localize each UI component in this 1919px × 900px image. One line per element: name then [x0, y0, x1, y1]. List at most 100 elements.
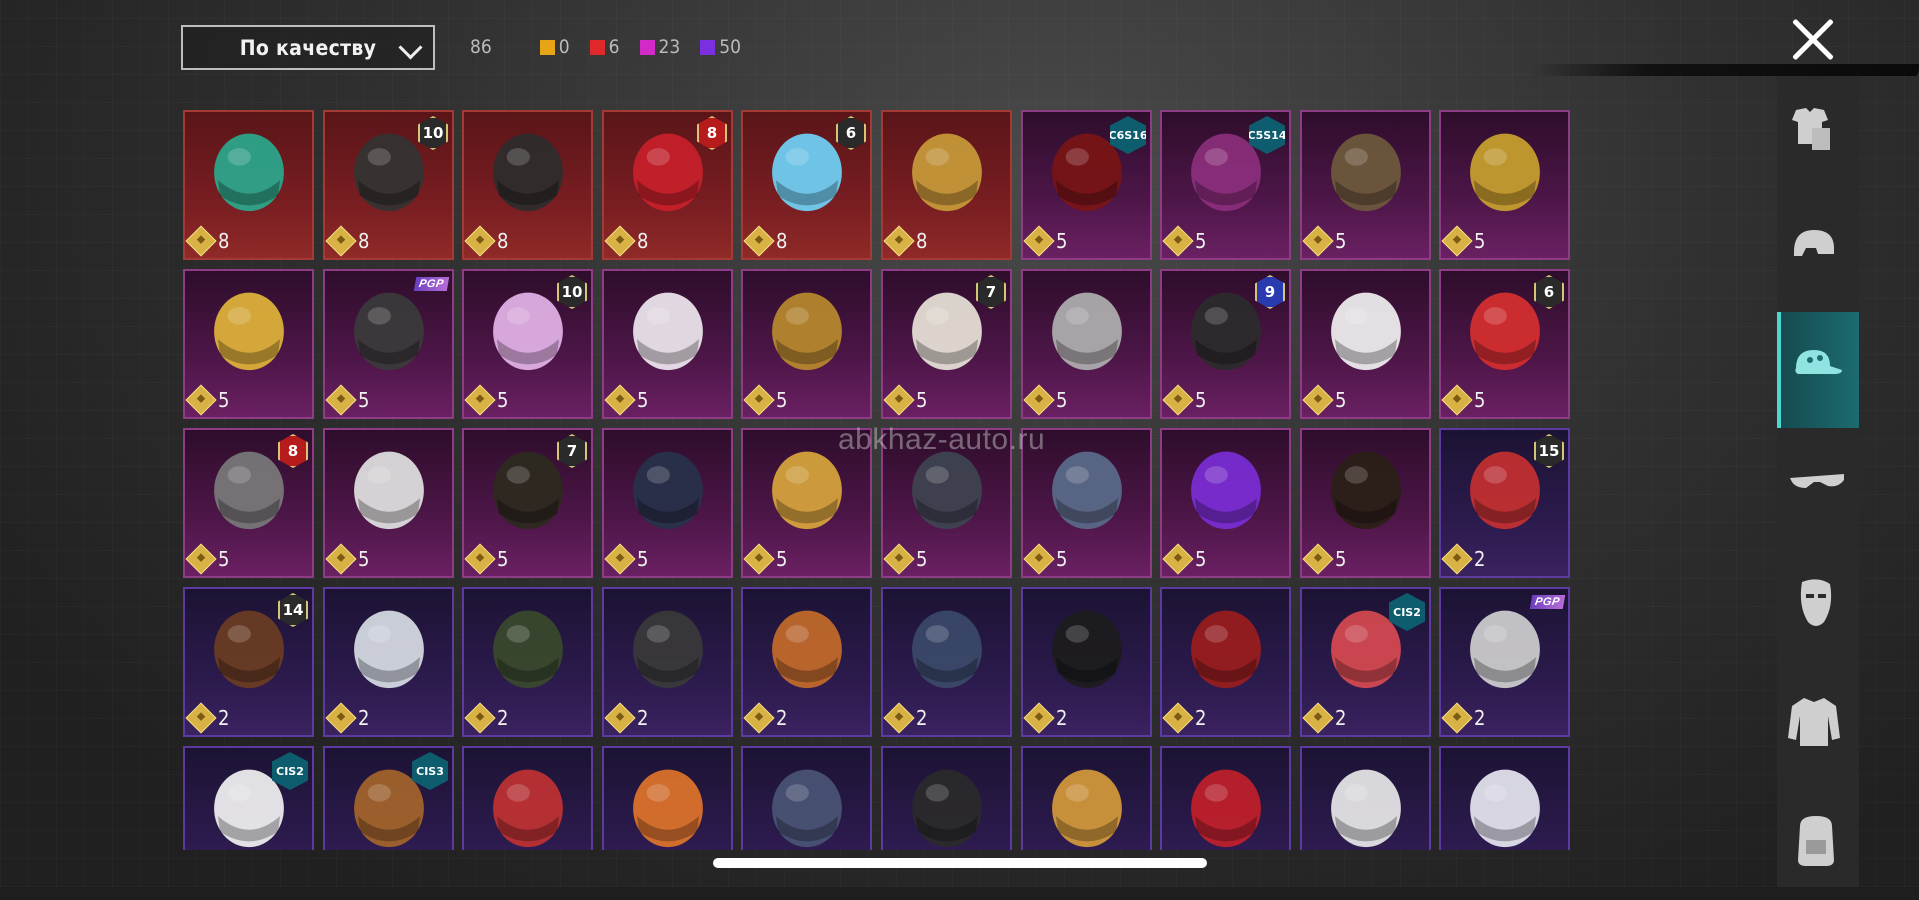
- item-price: 5: [1441, 384, 1485, 416]
- item-price: 2: [325, 702, 370, 734]
- item-card-white-cap[interactable]: [1439, 746, 1570, 850]
- orange-mask-hair-icon: [633, 769, 703, 848]
- item-card-gas-mask[interactable]: [881, 746, 1012, 850]
- helmet-icon: [1794, 230, 1834, 256]
- item-card-visor-helmet[interactable]: 2: [602, 587, 733, 737]
- item-card-orange-beanie[interactable]: 2: [741, 587, 872, 737]
- item-price: 2: [1302, 702, 1346, 734]
- sidebar-tab-mask[interactable]: [1777, 548, 1859, 664]
- item-card-kabuki-mask[interactable]: [1300, 746, 1431, 850]
- diamond-currency-icon: [1302, 543, 1334, 575]
- price-value: 8: [218, 229, 230, 253]
- item-card-officer-cap[interactable]: 75: [462, 428, 593, 578]
- item-card-horn-headband[interactable]: 5: [1300, 428, 1431, 578]
- quality-swatch: [700, 39, 716, 55]
- item-card-gold-purple-mask[interactable]: 5: [1439, 110, 1570, 260]
- item-card-blue-visor-helmet[interactable]: 5: [602, 428, 733, 578]
- item-price: 5: [1302, 225, 1346, 257]
- item-price: 8: [464, 225, 508, 257]
- british-flag-helmet-icon: [1191, 769, 1261, 848]
- diamond-currency-icon: [185, 702, 217, 734]
- item-card-cat-cap-hair[interactable]: 14 2: [183, 587, 314, 737]
- diamond-currency-icon: [743, 702, 775, 734]
- item-card-white-fluffy-hair[interactable]: 5: [323, 428, 454, 578]
- diamond-currency-icon: [883, 225, 915, 257]
- item-price: 5: [1162, 225, 1206, 257]
- diamond-currency-icon: [325, 543, 357, 575]
- price-value: 5: [1195, 547, 1207, 571]
- item-card-santa-mask[interactable]: 65: [1439, 269, 1570, 419]
- item-card-purple-hair[interactable]: C5S14 5: [1160, 110, 1291, 260]
- item-price: 8: [883, 225, 927, 257]
- item-card-dark-horned-helmet[interactable]: 8: [462, 110, 593, 260]
- backpack-icon: [1798, 816, 1834, 866]
- item-price: 5: [604, 384, 649, 416]
- item-price: 5: [743, 543, 788, 575]
- sort-dropdown[interactable]: По качеству: [181, 25, 435, 70]
- home-indicator[interactable]: [713, 858, 1207, 868]
- yellow-beanie-icon: [1052, 769, 1122, 848]
- item-card-ice-helmet[interactable]: 68: [741, 110, 872, 260]
- price-value: 2: [358, 706, 370, 730]
- item-card-yellow-beanie[interactable]: [1021, 746, 1152, 850]
- item-card-white-blue-cap[interactable]: 2: [323, 587, 454, 737]
- quality-count-value: 0: [558, 36, 570, 58]
- item-price: 2: [1441, 702, 1485, 734]
- item-price: 5: [883, 384, 927, 416]
- item-card-white-crown-hood[interactable]: 75: [881, 269, 1012, 419]
- item-card-red-white-helmet[interactable]: [462, 746, 593, 850]
- sidebar-tab-cap[interactable]: [1777, 312, 1859, 428]
- item-card-black-snapback[interactable]: 2: [1021, 587, 1152, 737]
- price-value: 2: [1195, 706, 1207, 730]
- sidebar-tab-backpack[interactable]: [1777, 784, 1859, 900]
- item-card-chef-hat[interactable]: CIS2: [183, 746, 314, 850]
- item-card-gas-mask-hat[interactable]: PGP 5: [323, 269, 454, 419]
- item-card-navy-cap[interactable]: [741, 746, 872, 850]
- diamond-currency-icon: [1023, 384, 1055, 416]
- item-card-orange-mask-hair[interactable]: [602, 746, 733, 850]
- item-price: 5: [1023, 543, 1067, 575]
- item-card-green-spiked-helmet[interactable]: 8: [183, 110, 314, 260]
- item-card-blue-beanie[interactable]: 2: [881, 587, 1012, 737]
- item-card-snowman-hat[interactable]: 5: [1300, 269, 1431, 419]
- item-card-golden-crown-hat[interactable]: 5: [741, 269, 872, 419]
- item-card-purple-pod-helmet[interactable]: 5: [1160, 428, 1291, 578]
- outfit-icon: [1792, 108, 1830, 150]
- diamond-currency-icon: [1162, 225, 1194, 257]
- item-card-mech-helmet[interactable]: 85: [183, 428, 314, 578]
- sidebar-tab-glasses[interactable]: [1777, 430, 1859, 546]
- item-card-silver-hair[interactable]: PGP 2: [1439, 587, 1570, 737]
- event-tag: PGP: [1530, 595, 1566, 609]
- diamond-currency-icon: [325, 702, 357, 734]
- item-card-striped-bandana[interactable]: CIS2 2: [1300, 587, 1431, 737]
- item-card-feathered-helmet[interactable]: 10 8: [323, 110, 454, 260]
- item-card-spiked-cage-helmet[interactable]: 5: [1300, 110, 1431, 260]
- sidebar-tab-jacket[interactable]: [1777, 666, 1859, 782]
- item-price: 5: [1023, 225, 1067, 257]
- sidebar-tab-outfit[interactable]: [1777, 76, 1859, 192]
- item-card-gold-bell-helmet[interactable]: 5: [183, 269, 314, 419]
- kabuki-mask-icon: [1331, 769, 1401, 848]
- event-tag: PGP: [414, 277, 450, 291]
- item-card-bunny-hat[interactable]: 5: [602, 269, 733, 419]
- quality-count-epic: 23: [639, 36, 680, 58]
- diamond-currency-icon: [883, 543, 915, 575]
- price-value: 5: [637, 388, 649, 412]
- close-icon[interactable]: [1790, 16, 1836, 62]
- price-value: 2: [637, 706, 649, 730]
- item-card-golden-claw-mask[interactable]: 8: [881, 110, 1012, 260]
- price-value: 2: [776, 706, 788, 730]
- item-card-pumpkin-beanie[interactable]: 15 2: [1439, 428, 1570, 578]
- sidebar-tab-helmet[interactable]: [1777, 194, 1859, 310]
- item-card-barrel-helmet[interactable]: CIS3: [323, 746, 454, 850]
- item-card-british-flag-helmet[interactable]: [1160, 746, 1291, 850]
- item-card-pink-helmet[interactable]: 10 5: [462, 269, 593, 419]
- item-card-ponytail-visor[interactable]: 5: [1021, 269, 1152, 419]
- item-card-goggles-helmet[interactable]: 2: [462, 587, 593, 737]
- item-card-red-samurai-helmet[interactable]: 88: [602, 110, 733, 260]
- item-card-black-helmet[interactable]: 95: [1160, 269, 1291, 419]
- item-price: 2: [743, 702, 788, 734]
- item-card-red-hair[interactable]: C6S16 5: [1021, 110, 1152, 260]
- item-card-bucket-hat-red-hair[interactable]: 2: [1160, 587, 1291, 737]
- price-value: 5: [776, 547, 788, 571]
